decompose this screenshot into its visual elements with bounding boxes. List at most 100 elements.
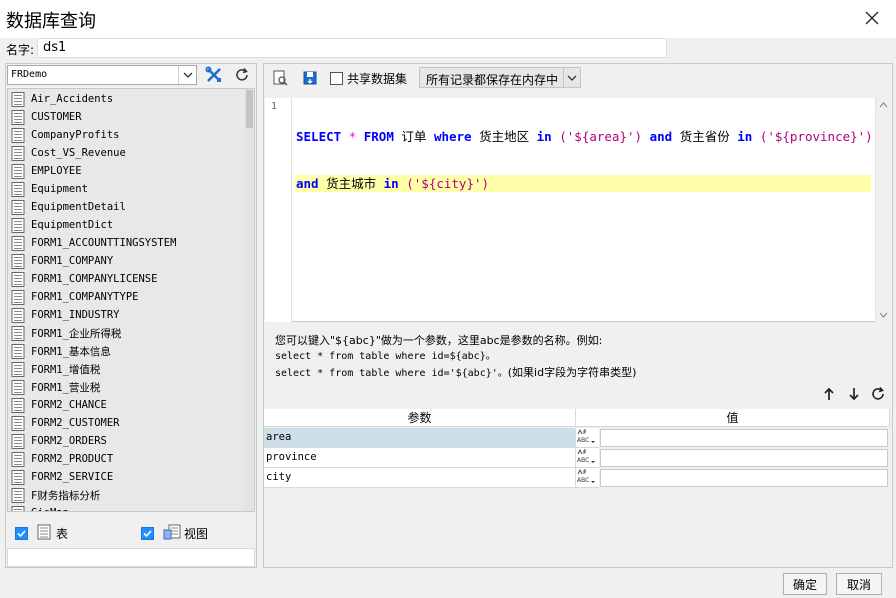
param-type-icon[interactable]: ABC [575, 468, 599, 488]
param-value-input[interactable] [600, 449, 888, 467]
table-list-item[interactable]: FORM2_ORDERS [11, 432, 107, 450]
table-list-item[interactable]: EMPLOYEE [11, 162, 82, 180]
chevron-down-icon[interactable] [563, 68, 580, 87]
checkbox-checked-icon[interactable] [15, 526, 28, 540]
table-browser-panel: FRDemo Air_Accidents CUSTOMER CompanyProfi… [5, 63, 257, 568]
table-list-item[interactable]: FORM1_增值税 [11, 360, 100, 378]
table-icon [11, 181, 25, 197]
table-name: Air_Accidents [31, 93, 114, 105]
table-name: EMPLOYEE [31, 165, 82, 177]
table-icon [11, 343, 25, 359]
table-list-item[interactable]: FORM2_CHANCE [11, 396, 107, 414]
table-list-item[interactable]: EquipmentDetail [11, 198, 126, 216]
table-list-item[interactable]: FORM1_营业税 [11, 378, 100, 396]
title-bar: 数据库查询 [0, 0, 896, 38]
svg-text:ABC: ABC [577, 477, 589, 484]
table-list-item[interactable]: CUSTOMER [11, 108, 82, 126]
param-name[interactable]: city [264, 468, 575, 488]
table-icon [11, 469, 25, 485]
param-row[interactable]: city ABC [264, 468, 890, 488]
table-search-input[interactable] [7, 548, 255, 567]
checkbox-unchecked-icon[interactable] [330, 71, 343, 85]
sql-template-icon[interactable] [300, 69, 320, 87]
share-dataset-toggle[interactable]: 共享数据集 [330, 68, 407, 88]
table-name: FORM2_SERVICE [31, 471, 114, 483]
table-icon [11, 451, 25, 467]
param-header-name: 参数 [264, 409, 576, 427]
table-name: Equipment [31, 183, 88, 195]
table-name: Cost_VS_Revenue [31, 147, 126, 159]
chevron-down-icon[interactable] [178, 66, 196, 84]
table-list-item[interactable]: FORM1_COMPANYTYPE [11, 288, 138, 306]
editor-scrollbar[interactable] [875, 98, 891, 322]
table-name: GisMap [31, 507, 69, 511]
table-name: FORM1_INDUSTRY [31, 309, 120, 321]
table-list-item[interactable]: FORM1_企业所得税 [11, 324, 121, 342]
preview-icon[interactable] [270, 69, 290, 87]
table-list-scrollbar[interactable] [244, 89, 254, 511]
table-name: CompanyProfits [31, 129, 120, 141]
move-up-icon[interactable] [820, 385, 838, 403]
param-type-icon[interactable]: ABC [575, 448, 599, 468]
param-name[interactable]: province [264, 448, 575, 468]
table-list-item[interactable]: FORM2_CUSTOMER [11, 414, 120, 432]
filter-views-toggle[interactable]: 视图 [141, 524, 208, 542]
table-list-item[interactable]: Air_Accidents [11, 90, 113, 108]
table-icon [37, 524, 51, 543]
table-list-item[interactable]: FORM1_COMPANYLICENSE [11, 270, 157, 288]
table-icon [11, 253, 25, 269]
table-list-item[interactable]: CompanyProfits [11, 126, 120, 144]
param-row[interactable]: province ABC [264, 448, 890, 468]
table-name: FORM1_ACCOUNTTINGSYSTEM [31, 237, 177, 249]
filter-view-label: 视图 [184, 526, 209, 541]
table-name: FORM1_基本信息 [31, 345, 111, 358]
refresh-parameters-icon[interactable] [869, 385, 887, 403]
close-icon[interactable] [858, 4, 886, 32]
ok-button[interactable]: 确定 [783, 573, 827, 595]
table-list-item[interactable]: EquipmentDict [11, 216, 113, 234]
cancel-button[interactable]: 取消 [836, 573, 882, 595]
table-list-item[interactable]: FORM1_COMPANY [11, 252, 113, 270]
filter-tables-toggle[interactable]: 表 [15, 524, 68, 542]
table-icon [11, 307, 25, 323]
table-list-item[interactable]: FORM1_INDUSTRY [11, 306, 120, 324]
move-down-icon[interactable] [845, 385, 863, 403]
param-name[interactable]: area [264, 428, 575, 448]
checkbox-checked-icon[interactable] [141, 526, 154, 540]
table-icon [11, 271, 25, 287]
refresh-icon[interactable] [230, 65, 254, 85]
storage-mode-select[interactable]: 所有记录都保存在内存中 [419, 67, 581, 88]
table-list: Air_Accidents CUSTOMER CompanyProfits Cost_… [7, 88, 255, 512]
table-name: F财务指标分析 [31, 489, 101, 502]
name-input[interactable]: ds1 [37, 38, 667, 58]
param-row[interactable]: area ABC [264, 428, 890, 448]
table-icon [11, 397, 25, 413]
table-icon [11, 325, 25, 341]
param-value-input[interactable] [600, 429, 888, 447]
table-list-item[interactable]: Equipment [11, 180, 88, 198]
param-type-icon[interactable]: ABC [575, 428, 599, 448]
param-value-input[interactable] [600, 469, 888, 487]
table-name: FORM1_企业所得税 [31, 327, 122, 340]
sql-code[interactable]: SELECT * FROM 订单 where 货主地区 in ('${area}… [295, 98, 873, 222]
table-list-item[interactable]: GisMap [11, 504, 69, 511]
table-list-item[interactable]: F财务指标分析 [11, 486, 100, 504]
table-list-item[interactable]: FORM1_基本信息 [11, 342, 111, 360]
table-icon [11, 109, 25, 125]
table-list-item[interactable]: FORM2_SERVICE [11, 468, 113, 486]
table-list-item[interactable]: FORM1_ACCOUNTTINGSYSTEM [11, 234, 176, 252]
sql-editor[interactable]: 1 SELECT * FROM 订单 where 货主地区 in ('${are… [265, 98, 891, 322]
connection-select[interactable]: FRDemo [7, 65, 197, 85]
table-icon [11, 379, 25, 395]
table-name: FORM2_PRODUCT [31, 453, 114, 465]
table-list-item[interactable]: Cost_VS_Revenue [11, 144, 126, 162]
table-name: EquipmentDict [31, 219, 114, 231]
connection-settings-icon[interactable] [202, 65, 226, 85]
table-list-item[interactable]: FORM2_PRODUCT [11, 450, 113, 468]
table-name: FORM1_COMPANYLICENSE [31, 273, 158, 285]
parameter-hint: 您可以键入"${abc}"做为一个参数，这里abc是参数的名称。例如: sele… [275, 333, 636, 382]
table-name: FORM1_增值税 [31, 363, 101, 376]
svg-text:ABC: ABC [577, 437, 589, 444]
hint-line-1: 您可以键入"${abc}"做为一个参数，这里abc是参数的名称。例如: [275, 334, 603, 347]
table-icon [11, 91, 25, 107]
